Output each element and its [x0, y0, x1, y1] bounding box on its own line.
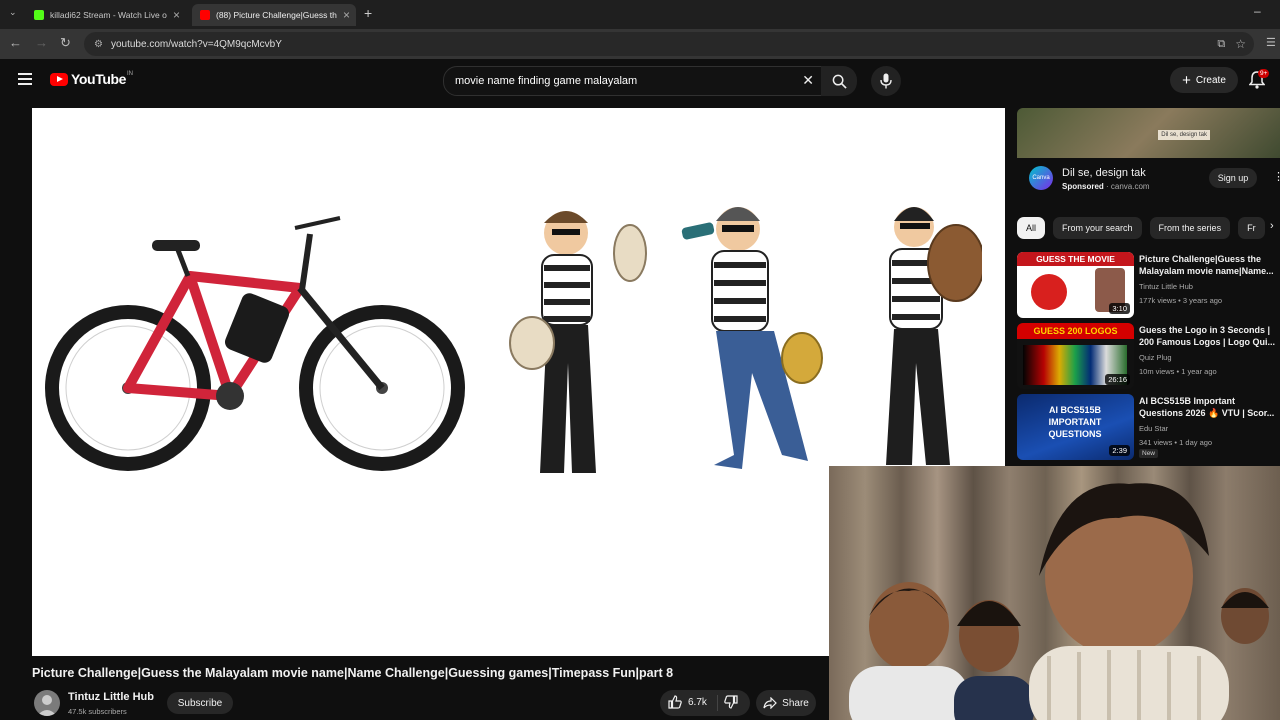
youtube-header: YouTube IN movie name finding game malay…	[0, 59, 1280, 105]
recommended-meta: 341 views • 1 day ago	[1139, 438, 1213, 447]
address-bar[interactable]: ⚙ youtube.com/watch?v=4QM9qcMcvbY ⧉ ☆	[84, 32, 1254, 56]
clear-search-icon[interactable]: ✕	[802, 72, 814, 89]
install-app-icon[interactable]: ⧉	[1217, 38, 1225, 51]
recommended-title: Guess the Logo in 3 Seconds | 200 Famous…	[1139, 325, 1276, 347]
recommended-video[interactable]: GUESS 200 LOGOS 26:16 Guess the Logo in …	[1017, 323, 1280, 389]
minimize-window-icon[interactable]: –	[1254, 4, 1261, 18]
tab-title: killadi62 Stream - Watch Live o	[50, 10, 167, 20]
site-info-icon[interactable]: ⚙	[94, 39, 103, 50]
ad-signup-button[interactable]: Sign up	[1209, 168, 1257, 188]
filter-chips: All From your search From the series Fr	[1017, 217, 1265, 239]
share-label: Share	[782, 697, 809, 709]
thumbs-down-icon	[724, 695, 738, 709]
video-thumbnail[interactable]: GUESS 200 LOGOS 26:16	[1017, 323, 1134, 389]
like-count: 6.7k	[688, 696, 707, 708]
recommended-channel: Tintuz Little Hub	[1139, 282, 1193, 291]
share-arrow-icon	[763, 697, 778, 709]
video-duration: 3:10	[1109, 303, 1130, 314]
reading-list-icon[interactable]: ☰	[1266, 36, 1276, 49]
forward-arrow-icon[interactable]: →	[35, 35, 48, 50]
chip-truncated[interactable]: Fr	[1238, 217, 1265, 239]
ad-domain: canva.com	[1110, 182, 1150, 191]
ad-more-options-icon[interactable]: ⋮	[1273, 170, 1280, 183]
tab-kick-stream[interactable]: killadi62 Stream - Watch Live o ×	[26, 4, 186, 26]
thumbs-up-icon	[668, 695, 682, 709]
ad-banner-tag: Dil se, design tak	[1158, 130, 1210, 140]
share-button[interactable]: Share	[756, 690, 816, 716]
subscriber-count: 47.5k subscribers	[68, 707, 127, 716]
plus-icon: +	[1182, 71, 1191, 89]
chips-next-chevron-icon[interactable]: ›	[1270, 220, 1274, 232]
back-arrow-icon[interactable]: ←	[9, 35, 22, 50]
microphone-icon	[880, 73, 892, 89]
create-button[interactable]: + Create	[1170, 67, 1238, 93]
example-stamp-icon	[1031, 274, 1067, 310]
reload-icon[interactable]: ↻	[60, 35, 71, 51]
notification-count-badge: 9+	[1258, 69, 1270, 78]
recommended-meta: 10m views • 1 year ago	[1139, 367, 1217, 376]
close-tab-icon[interactable]: ×	[173, 8, 180, 22]
browser-tab-strip: ⌄ killadi62 Stream - Watch Live o × (88)…	[0, 0, 1280, 29]
new-tab-button[interactable]: +	[364, 5, 372, 21]
recommended-channel: Edu Star	[1139, 424, 1169, 433]
like-dislike-group: 6.7k	[660, 690, 750, 716]
video-thumbnail[interactable]: AI BCS515B IMPORTANT QUESTIONS 2:39	[1017, 394, 1134, 460]
people-reacting-image	[849, 483, 1269, 720]
url-text: youtube.com/watch?v=4QM9qcMcvbY	[110, 38, 282, 50]
country-code: IN	[127, 71, 134, 77]
new-badge: New	[1139, 449, 1159, 458]
close-tab-icon[interactable]: ×	[343, 8, 350, 22]
youtube-favicon-icon	[200, 10, 210, 20]
dislike-button[interactable]	[724, 695, 738, 714]
ad-title[interactable]: Dil se, design tak	[1062, 167, 1146, 179]
chip-from-your-search[interactable]: From your search	[1053, 217, 1142, 239]
logo-text: YouTube	[71, 71, 127, 87]
search-icon	[832, 74, 847, 89]
recommended-video[interactable]: GUESS THE MOVIE 3:10 Picture Challenge|G…	[1017, 252, 1280, 318]
voice-search-button[interactable]	[871, 66, 901, 96]
create-label: Create	[1195, 74, 1226, 86]
bicycle-image	[45, 216, 465, 471]
tab-youtube-video[interactable]: (88) Picture Challenge|Guess th ×	[192, 4, 356, 26]
channel-name[interactable]: Tintuz Little Hub	[68, 691, 154, 703]
avatar-person-icon	[37, 695, 57, 716]
sponsored-label: Sponsored	[1062, 182, 1104, 191]
bookmark-star-icon[interactable]: ☆	[1235, 37, 1246, 51]
youtube-play-icon	[50, 72, 68, 86]
tab-list-chevron-icon[interactable]: ⌄	[9, 7, 17, 18]
browser-toolbar: ← → ↻ ⚙ youtube.com/watch?v=4QM9qcMcvbY …	[0, 29, 1280, 59]
chip-all[interactable]: All	[1017, 217, 1046, 239]
search-button[interactable]	[821, 66, 857, 96]
recommended-meta: 177k views • 3 years ago	[1139, 296, 1223, 305]
recommended-video[interactable]: AI BCS515B IMPORTANT QUESTIONS 2:39 AI B…	[1017, 394, 1280, 460]
video-title: Picture Challenge|Guess the Malayalam mo…	[32, 666, 674, 680]
ad-banner-image[interactable]: Dil se, design tak	[1017, 108, 1280, 158]
webcam-overlay	[829, 466, 1280, 720]
search-query: movie name finding game malayalam	[455, 75, 638, 87]
video-thumbnail[interactable]: GUESS THE MOVIE 3:10	[1017, 252, 1134, 318]
chip-from-the-series[interactable]: From the series	[1149, 217, 1231, 239]
search-input[interactable]: movie name finding game malayalam ✕	[443, 66, 823, 96]
like-button[interactable]: 6.7k	[668, 695, 707, 709]
hamburger-menu-icon[interactable]	[18, 73, 32, 85]
subscribe-button[interactable]: Subscribe	[167, 692, 233, 714]
ad-sponsor-line: Sponsored · canva.com	[1062, 182, 1150, 191]
like-divider	[717, 695, 718, 711]
recommended-channel: Quiz Plug	[1139, 353, 1172, 362]
robbers-cartoon-image	[509, 207, 982, 473]
thumbnail-caption: AI BCS515B IMPORTANT QUESTIONS	[1048, 405, 1102, 439]
recommended-title: Picture Challenge|Guess the Malayalam mo…	[1139, 254, 1274, 276]
kick-favicon-icon	[34, 10, 44, 20]
canva-logo-icon[interactable]: Canva	[1029, 166, 1053, 190]
tab-title: (88) Picture Challenge|Guess th	[216, 10, 337, 20]
thumbnail-caption: GUESS 200 LOGOS	[1017, 323, 1134, 339]
channel-avatar[interactable]	[34, 690, 60, 716]
recommended-title: AI BCS515B Important Questions 2026 🔥 VT…	[1139, 396, 1275, 418]
video-duration: 2:39	[1109, 445, 1130, 456]
thumbnail-caption: GUESS THE MOVIE	[1017, 252, 1134, 266]
video-duration: 26:16	[1105, 374, 1130, 385]
youtube-logo[interactable]: YouTube IN	[50, 71, 133, 87]
